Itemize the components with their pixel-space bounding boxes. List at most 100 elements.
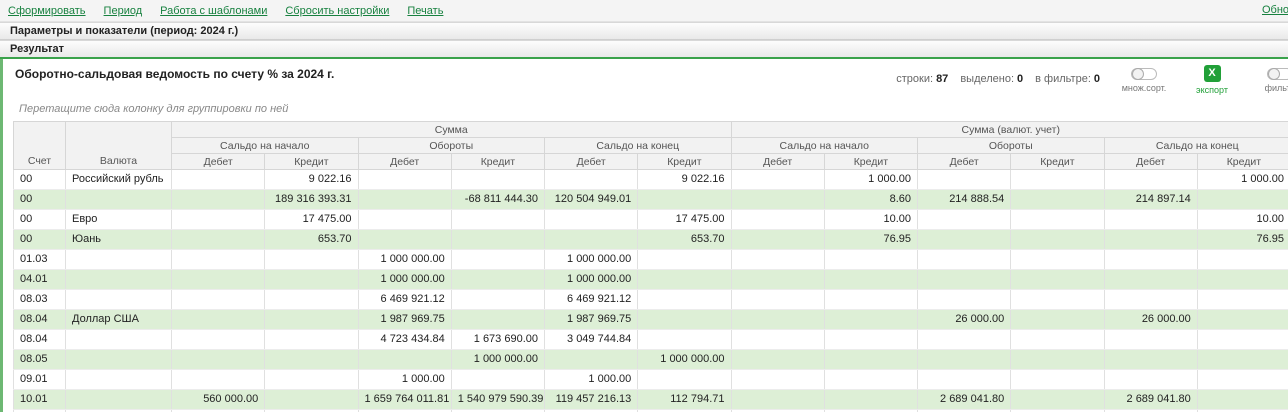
- cell-amount: 653.70: [265, 230, 358, 250]
- cell-amount: 1 987 969.75: [545, 310, 638, 330]
- cell-amount: [918, 270, 1011, 290]
- cell-amount: [545, 210, 638, 230]
- menu-item-refresh[interactable]: Обновить: [1262, 4, 1288, 16]
- col-header-currency[interactable]: Валюта: [66, 122, 172, 170]
- col-header-credit[interactable]: Кредит: [451, 154, 544, 170]
- menu-item-reset-settings[interactable]: Сбросить настройки: [285, 5, 389, 17]
- cell-amount: [545, 170, 638, 190]
- col-header-credit[interactable]: Кредит: [1197, 154, 1288, 170]
- cell-amount: [451, 270, 544, 290]
- table-row[interactable]: 10.01560 000.001 659 764 011.811 540 979…: [14, 390, 1288, 410]
- table-row[interactable]: 09.011 000.001 000.00: [14, 370, 1288, 390]
- col-header-debit[interactable]: Дебет: [731, 154, 824, 170]
- cell-amount: [918, 370, 1011, 390]
- cell-account: 01.03: [14, 250, 66, 270]
- table-row[interactable]: 00Евро17 475.0017 475.0010.0010.00: [14, 210, 1288, 230]
- table-row[interactable]: 08.036 469 921.126 469 921.12: [14, 290, 1288, 310]
- cell-amount: [918, 290, 1011, 310]
- menu-item-templates[interactable]: Работа с шаблонами: [160, 5, 267, 17]
- balance-table: Счет Валюта Сумма Сумма (валют. учет) Са…: [13, 121, 1288, 412]
- cell-amount: [1011, 290, 1104, 310]
- col-header-credit[interactable]: Кредит: [265, 154, 358, 170]
- cell-amount: 1 000 000.00: [638, 350, 731, 370]
- col-header-debit[interactable]: Дебет: [358, 154, 451, 170]
- cell-amount: [638, 330, 731, 350]
- cell-account: 00: [14, 170, 66, 190]
- top-menu-bar: Сформировать Период Работа с шаблонами С…: [0, 0, 1288, 22]
- table-row[interactable]: 08.044 723 434.841 673 690.003 049 744.8…: [14, 330, 1288, 350]
- col-header-credit[interactable]: Кредит: [824, 154, 917, 170]
- cell-amount: [1197, 270, 1288, 290]
- table-row[interactable]: 01.031 000 000.001 000 000.00: [14, 250, 1288, 270]
- cell-account: 08.04: [14, 330, 66, 350]
- group-by-drop-zone[interactable]: Перетащите сюда колонку для группировки …: [3, 97, 1288, 121]
- col-header-debit[interactable]: Дебет: [545, 154, 638, 170]
- cell-amount: [1197, 190, 1288, 210]
- cell-amount: 112 794.71: [638, 390, 731, 410]
- report-header: Оборотно-сальдовая ведомость по счету % …: [3, 59, 1288, 97]
- cell-amount: 9 022.16: [638, 170, 731, 190]
- cell-currency: [66, 190, 172, 210]
- cell-currency: [66, 350, 172, 370]
- section-parameters[interactable]: Параметры и показатели (период: 2024 г.): [0, 22, 1288, 40]
- cell-account: 08.03: [14, 290, 66, 310]
- subgroup-turnover: Обороты: [358, 138, 545, 154]
- cell-amount: [1197, 370, 1288, 390]
- col-header-account[interactable]: Счет: [14, 122, 66, 170]
- table-row[interactable]: 08.051 000 000.001 000 000.00: [14, 350, 1288, 370]
- cell-amount: 2 689 041.80: [1104, 390, 1197, 410]
- cell-amount: 1 000 000.00: [545, 270, 638, 290]
- col-header-debit[interactable]: Дебет: [172, 154, 265, 170]
- cell-amount: [172, 170, 265, 190]
- cell-amount: 26 000.00: [918, 310, 1011, 330]
- subgroup-start-balance: Сальдо на начало: [731, 138, 918, 154]
- cell-amount: 10.00: [1197, 210, 1288, 230]
- cell-amount: [1104, 250, 1197, 270]
- col-header-debit[interactable]: Дебет: [1104, 154, 1197, 170]
- cell-amount: [1011, 310, 1104, 330]
- cell-amount: [358, 230, 451, 250]
- cell-amount: [1197, 250, 1288, 270]
- cell-amount: [824, 290, 917, 310]
- col-header-credit[interactable]: Кредит: [1011, 154, 1104, 170]
- cell-amount: [824, 350, 917, 370]
- cell-amount: [451, 170, 544, 190]
- cell-amount: [824, 310, 917, 330]
- cell-amount: [451, 210, 544, 230]
- menu-item-generate[interactable]: Сформировать: [8, 5, 86, 17]
- cell-amount: [731, 190, 824, 210]
- cell-amount: 76.95: [1197, 230, 1288, 250]
- cell-amount: [638, 370, 731, 390]
- cell-amount: 8.60: [824, 190, 917, 210]
- cell-amount: 1 000 000.00: [358, 250, 451, 270]
- col-header-credit[interactable]: Кредит: [638, 154, 731, 170]
- cell-amount: [918, 170, 1011, 190]
- cell-amount: [731, 390, 824, 410]
- table-row[interactable]: 00189 316 393.31-68 811 444.30120 504 94…: [14, 190, 1288, 210]
- cell-amount: [1011, 170, 1104, 190]
- multisort-toggle[interactable]: [1131, 68, 1157, 80]
- cell-account: 04.01: [14, 270, 66, 290]
- cell-amount: [1104, 290, 1197, 310]
- grid-controls: множ.сорт. X экспорт фильтр: [1118, 65, 1288, 95]
- table-row[interactable]: 04.01 1 000 000.00 1 000 000.00: [14, 270, 1288, 290]
- section-result[interactable]: Результат: [0, 40, 1288, 59]
- cell-amount: [358, 170, 451, 190]
- filter-toggle[interactable]: [1267, 68, 1288, 80]
- stat-selected: выделено:0: [960, 73, 1023, 85]
- cell-amount: [172, 350, 265, 370]
- cell-amount: [1011, 270, 1104, 290]
- menu-item-print[interactable]: Печать: [407, 5, 443, 17]
- table-row[interactable]: 08.04Доллар США1 987 969.751 987 969.752…: [14, 310, 1288, 330]
- export-excel-icon[interactable]: X: [1204, 65, 1221, 82]
- cell-amount: 1 000.00: [358, 370, 451, 390]
- cell-amount: 1 000 000.00: [358, 270, 451, 290]
- table-row[interactable]: 00Российский рубль9 022.169 022.161 000.…: [14, 170, 1288, 190]
- table-row[interactable]: 00Юань653.70653.7076.9576.95: [14, 230, 1288, 250]
- cell-amount: [451, 310, 544, 330]
- cell-amount: 189 316 393.31: [265, 190, 358, 210]
- menu-item-period[interactable]: Период: [104, 5, 143, 17]
- col-header-debit[interactable]: Дебет: [918, 154, 1011, 170]
- cell-amount: 2 689 041.80: [918, 390, 1011, 410]
- cell-amount: [1104, 270, 1197, 290]
